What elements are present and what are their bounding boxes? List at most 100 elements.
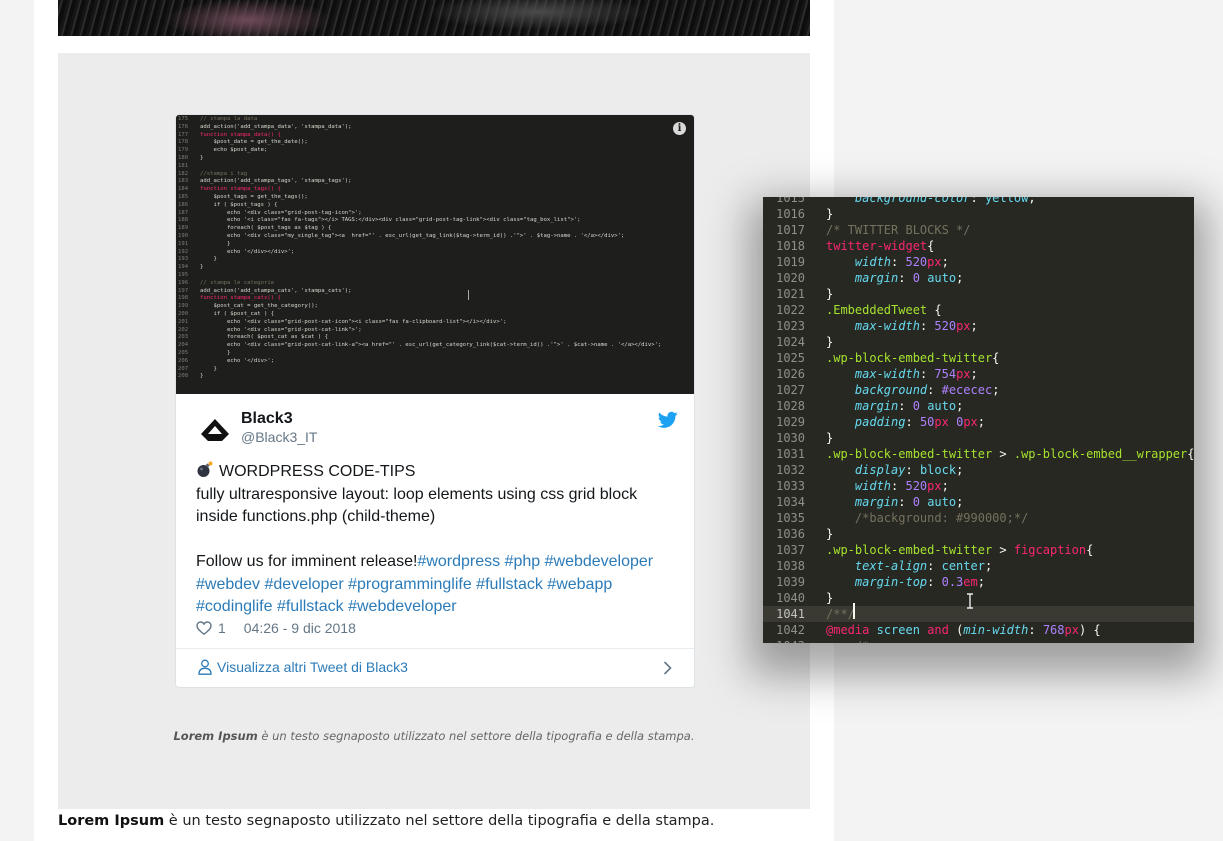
mini-code-text: $post_date = get_the_date(); [200, 139, 308, 146]
code-token: .wp-block-embed-twitter [826, 543, 993, 557]
code-token: em [963, 575, 978, 589]
mini-line-number: 196 [178, 279, 189, 286]
code-token: 768 [1042, 623, 1065, 637]
code-line: 1042 @media screen and (min-width: 768px)… [763, 622, 1194, 638]
mini-code-line: 183 add_action('add_stampa_tags', 'stampa… [178, 178, 661, 186]
body-paragraph: Lorem Ipsum è un testo segnaposto utiliz… [58, 813, 714, 829]
mini-code-line: 190 echo '<div class="my_single_tag"><a … [178, 233, 661, 241]
tweet-meta: 1 04:26 - 9 dic 2018 [196, 620, 356, 636]
code-token: } [826, 207, 834, 221]
code-token: /* TWITTER BLOCKS */ [826, 223, 971, 237]
info-icon[interactable]: i [673, 122, 686, 135]
mini-code-line: 208} [178, 373, 661, 381]
mini-code-line: 185 $post_tags = get_the_tags(); [178, 194, 661, 202]
caption-bold: Lorem Ipsum [173, 729, 258, 743]
code-token: margin [854, 271, 899, 285]
more-tweets-link[interactable]: Visualizza altri Tweet di Black3 [198, 659, 408, 675]
author-name[interactable]: Black3 [241, 410, 293, 428]
mini-code-text: // stampa la data [200, 116, 258, 122]
mini-code-text: function stampa_data() { [200, 131, 281, 138]
author-handle[interactable]: @Black3_IT [241, 429, 317, 445]
code-token: .wp-block-embed-twitter [826, 447, 993, 461]
mini-code-line: 188 echo '<i class="fas fa-tags"></i> TA… [178, 217, 661, 225]
code-token: : [1028, 623, 1043, 637]
code-line: 1032 display: block; [763, 462, 1194, 478]
code-token: } [826, 591, 834, 605]
line-number: 1020 [776, 271, 805, 285]
code-line: 1033 width: 520px; [763, 478, 1194, 494]
code-line: 1016} [763, 206, 1194, 222]
code-line: 1031 .wp-block-embed-twitter > .wp-block-… [763, 446, 1194, 462]
mini-code-line: 192 echo '</div></div>'; [178, 249, 661, 257]
mini-line-number: 206 [178, 357, 189, 364]
code-token: : [905, 463, 920, 477]
mini-line-number: 191 [178, 240, 189, 247]
embedded-tweet[interactable]: 175 // stampa la data 176 add_action('add_s… [175, 114, 695, 688]
mini-line-number: 181 [178, 162, 189, 169]
code-token: ; [977, 575, 985, 589]
code-line: 1043 /* ... [763, 638, 1194, 643]
code-token: margin [854, 495, 899, 509]
line-number: 1033 [776, 479, 805, 493]
heart-icon[interactable] [196, 621, 212, 635]
code-token: ; [977, 415, 985, 429]
code-screenshot: 175 // stampa la data 176 add_action('add_s… [178, 116, 661, 381]
mini-code-text: } [200, 349, 231, 356]
code-token: ; [970, 367, 978, 381]
line-number: 1019 [776, 255, 805, 269]
code-line: 1018 twitter-widget{ [763, 238, 1194, 254]
tweet-media-image[interactable]: 175 // stampa la data 176 add_action('add_s… [176, 115, 694, 394]
code-token: : [919, 367, 935, 381]
more-tweets-label[interactable]: Visualizza altri Tweet di Black3 [217, 659, 408, 675]
code-token: yellow [984, 197, 1029, 205]
like-count[interactable]: 1 [218, 620, 226, 636]
text-cursor-icon [468, 290, 474, 300]
mini-code-text: echo '<i class="fas fa-tags"></i> TAGS:<… [200, 217, 581, 224]
code-token: auto [927, 271, 957, 285]
code-line: 1021} [763, 286, 1194, 302]
mini-code-line: 205 } [178, 350, 661, 358]
mini-code-text: } [200, 373, 204, 380]
code-token: ( [948, 623, 964, 637]
mini-code-text: if ( $post_tags ) { [200, 201, 278, 208]
mini-code-text: echo '<div class="grid-post-cat-icon"><i… [200, 318, 507, 325]
mini-line-number: 178 [178, 139, 189, 146]
mini-line-number: 188 [178, 217, 189, 224]
mini-line-number: 204 [178, 342, 189, 349]
paragraph-bold: Lorem Ipsum [58, 813, 165, 829]
mini-code-line: 197 add_action('add_stampa_cats', 'stampa… [178, 288, 661, 296]
code-token: twitter-widget [826, 239, 928, 253]
code-token: #ececec [941, 383, 993, 397]
code-line: 1040} [763, 590, 1194, 606]
code-token: ; [941, 255, 949, 269]
avatar[interactable] [198, 413, 232, 447]
code-token: : [927, 383, 942, 397]
code-line: 1038 text-align: center; [763, 558, 1194, 574]
mini-code-text: } [200, 154, 204, 161]
chevron-right-icon[interactable] [663, 661, 672, 675]
twitter-bird-icon[interactable] [658, 411, 678, 429]
code-token: 0.3 [941, 575, 964, 589]
code-line: 1015 background-color: yellow; [763, 197, 1194, 206]
mini-code-line: 202 echo '<div class="grid-post-cat-link… [178, 327, 661, 335]
tweet-follow-text: Follow us for imminent release! [196, 553, 418, 570]
person-icon [198, 659, 212, 675]
code-token: } [826, 431, 834, 445]
tweet-timestamp[interactable]: 04:26 - 9 dic 2018 [244, 620, 356, 636]
code-line: 1036} [763, 526, 1194, 542]
code-lines: 1015 background-color: yellow; 1016} 1017/… [763, 197, 1194, 643]
mini-code-line: 176 add_action('add_stampa_data', 'stampa… [178, 124, 661, 132]
tweet-footer: Visualizza altri Tweet di Black3 [176, 648, 694, 687]
code-token: block [919, 463, 957, 477]
mini-code-text: echo $post_date; [200, 147, 268, 154]
code-line: 1025 .wp-block-embed-twitter{ [763, 350, 1194, 366]
mini-line-number: 180 [178, 154, 189, 161]
